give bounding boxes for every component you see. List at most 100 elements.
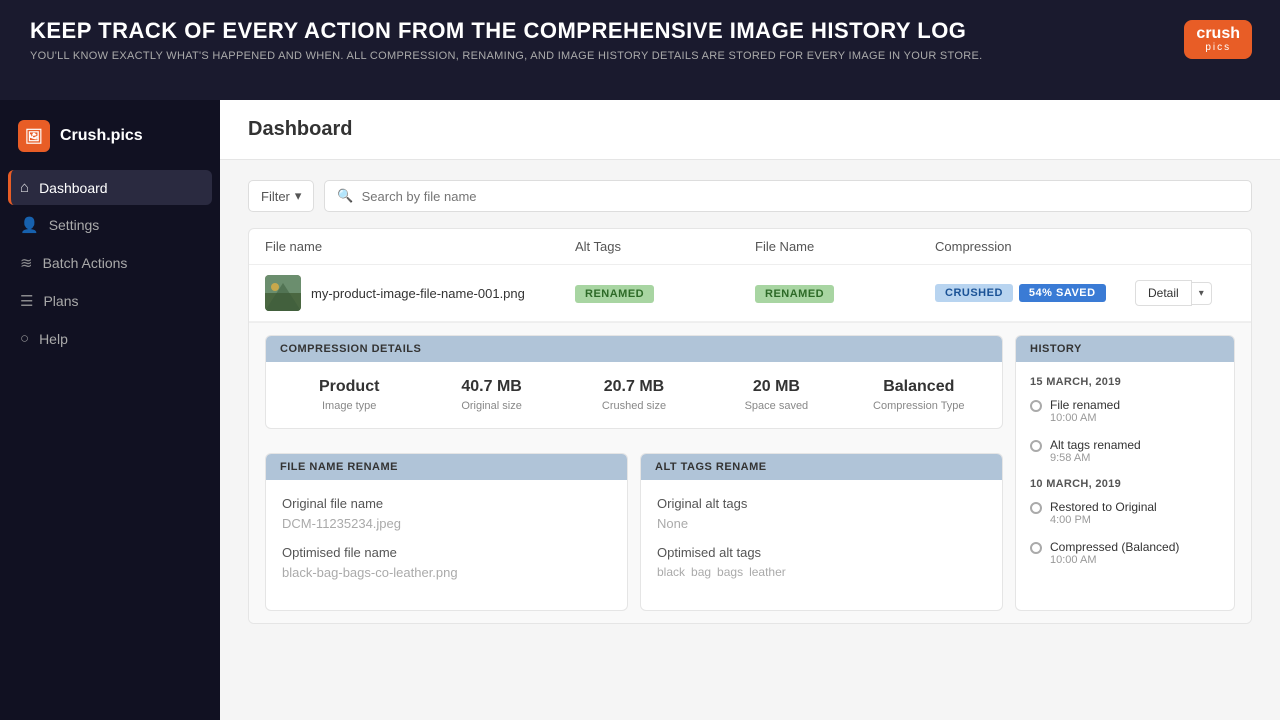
history-action-0: File renamed — [1050, 398, 1220, 412]
original-file-value: DCM-11235234.jpeg — [282, 516, 611, 531]
alt-tags-rename-panel: ALT TAGS RENAME Original alt tags None O… — [640, 453, 1003, 611]
search-input[interactable] — [362, 189, 1239, 204]
logo-subtext: pics — [1196, 42, 1240, 53]
history-date-0: 15 MARCH, 2019 — [1030, 376, 1220, 388]
sidebar-logo: 🖼 Crush.pics — [0, 110, 220, 170]
settings-icon: 👤 — [20, 216, 39, 234]
search-box: 🔍 — [324, 180, 1252, 212]
history-time-0: 10:00 AM — [1050, 412, 1220, 424]
stat-value-saved: 20 MB — [753, 378, 800, 396]
logo-icon: 🖼 — [18, 120, 50, 152]
sidebar: 🖼 Crush.pics ⌂ Dashboard 👤 Settings ≋ Ba… — [0, 100, 220, 720]
history-entry-1: Alt tags renamed 9:58 AM — [1030, 438, 1220, 464]
history-date-1: 10 MARCH, 2019 — [1030, 478, 1220, 490]
alt-tag-2: bags — [717, 565, 743, 579]
optimised-file-label: Optimised file name — [282, 545, 611, 560]
dashboard-icon: ⌂ — [20, 179, 29, 196]
alt-tags-badge: RENAMED — [575, 285, 654, 303]
stat-label-type: Image type — [322, 400, 376, 412]
history-body: 15 MARCH, 2019 File renamed 10:00 AM — [1016, 362, 1234, 594]
help-icon: ○ — [20, 330, 29, 347]
image-table: File name Alt Tags File Name Compression — [248, 228, 1252, 624]
optimised-file-value: black-bag-bags-co-leather.png — [282, 565, 611, 580]
history-dot-2 — [1030, 502, 1042, 514]
history-time-2: 4:00 PM — [1050, 514, 1220, 526]
file-name-badge: RENAMED — [755, 285, 834, 303]
banner-title: KEEP TRACK OF EVERY ACTION FROM THE COMP… — [30, 18, 1250, 44]
sidebar-item-settings[interactable]: 👤 Settings — [8, 207, 212, 243]
col-filename: File name — [265, 239, 575, 254]
compression-panel: COMPRESSION DETAILS Product Image type 4… — [265, 335, 1003, 429]
sidebar-item-dashboard[interactable]: ⌂ Dashboard — [8, 170, 212, 205]
history-entry-0: File renamed 10:00 AM — [1030, 398, 1220, 424]
stat-compression-type: Balanced Compression Type — [852, 378, 986, 412]
sidebar-label-batch: Batch Actions — [43, 255, 128, 271]
col-compression: Compression — [935, 239, 1135, 254]
main-content: Dashboard Filter ▾ 🔍 File name Alt Tags — [220, 100, 1280, 720]
stat-space-saved: 20 MB Space saved — [709, 378, 843, 412]
stat-label-orig: Original size — [461, 400, 522, 412]
table-header: File name Alt Tags File Name Compression — [249, 229, 1251, 265]
stat-label-type2: Compression Type — [873, 400, 965, 412]
col-filename-h: File Name — [755, 239, 935, 254]
filter-bar: Filter ▾ 🔍 — [248, 180, 1252, 212]
stat-label-crushed: Crushed size — [602, 400, 666, 412]
file-thumbnail — [265, 275, 301, 311]
alt-tags-rename-title: ALT TAGS RENAME — [641, 454, 1002, 480]
top-banner: KEEP TRACK OF EVERY ACTION FROM THE COMP… — [0, 0, 1280, 100]
batch-icon: ≋ — [20, 254, 33, 272]
rename-panels: FILE NAME RENAME Original file name DCM-… — [265, 453, 1003, 611]
sidebar-label-dashboard: Dashboard — [39, 180, 108, 196]
history-dot-0 — [1030, 400, 1042, 412]
stat-value-orig: 40.7 MB — [461, 378, 521, 396]
saved-badge: 54% SAVED — [1019, 284, 1106, 302]
original-file-field: Original file name DCM-11235234.jpeg — [282, 496, 611, 531]
sidebar-item-batch-actions[interactable]: ≋ Batch Actions — [8, 245, 212, 281]
original-alt-value: None — [657, 516, 986, 531]
detail-button[interactable]: Detail — [1135, 280, 1192, 306]
banner-subtitle: YOU'LL KNOW EXACTLY WHAT'S HAPPENED AND … — [30, 50, 1250, 62]
stat-image-type: Product Image type — [282, 378, 416, 412]
sidebar-item-help[interactable]: ○ Help — [8, 321, 212, 356]
search-icon: 🔍 — [337, 188, 353, 204]
history-panel: HISTORY 15 MARCH, 2019 File renamed 10:0… — [1015, 335, 1235, 611]
app-logo: crush pics — [1184, 20, 1252, 59]
history-action-2: Restored to Original — [1050, 500, 1220, 514]
history-dot-3 — [1030, 542, 1042, 554]
sidebar-item-plans[interactable]: ☰ Plans — [8, 283, 212, 319]
history-entry-3: Compressed (Balanced) 10:00 AM — [1030, 540, 1220, 566]
history-time-1: 9:58 AM — [1050, 452, 1220, 464]
stat-value-crushed: 20.7 MB — [604, 378, 664, 396]
stat-original-size: 40.7 MB Original size — [424, 378, 558, 412]
optimised-alt-label: Optimised alt tags — [657, 545, 986, 560]
logo-text: crush — [1196, 26, 1240, 42]
history-time-3: 10:00 AM — [1050, 554, 1220, 566]
file-name-cell: RENAMED — [755, 284, 935, 303]
col-alttags: Alt Tags — [575, 239, 755, 254]
stat-label-saved: Space saved — [745, 400, 809, 412]
sidebar-label-help: Help — [39, 331, 68, 347]
page-title: Dashboard — [248, 118, 1252, 141]
compression-stats: Product Image type 40.7 MB Original size… — [266, 362, 1002, 428]
alt-tag-0: black — [657, 565, 685, 579]
optimised-alt-field: Optimised alt tags black bag bags leathe… — [657, 545, 986, 579]
filter-chevron-icon: ▾ — [295, 188, 302, 204]
original-alt-field: Original alt tags None — [657, 496, 986, 531]
filter-button[interactable]: Filter ▾ — [248, 180, 314, 212]
col-action — [1135, 239, 1235, 254]
file-cell: my-product-image-file-name-001.png — [265, 275, 575, 311]
file-name-text: my-product-image-file-name-001.png — [311, 286, 525, 301]
crushed-badge: CRUSHED — [935, 284, 1013, 302]
detail-button-group[interactable]: Detail ▾ — [1135, 280, 1235, 306]
compression-panel-title: COMPRESSION DETAILS — [266, 336, 1002, 362]
detail-dropdown-button[interactable]: ▾ — [1192, 282, 1212, 305]
file-rename-title: FILE NAME RENAME — [266, 454, 627, 480]
compression-cell: CRUSHED 54% SAVED — [935, 284, 1135, 302]
history-dot-1 — [1030, 440, 1042, 452]
stat-value-type2: Balanced — [883, 378, 954, 396]
original-alt-label: Original alt tags — [657, 496, 986, 511]
history-panel-title: HISTORY — [1016, 336, 1234, 362]
sidebar-label-settings: Settings — [49, 217, 100, 233]
table-row: my-product-image-file-name-001.png RENAM… — [249, 265, 1251, 322]
alt-tags-cell: RENAMED — [575, 284, 755, 303]
